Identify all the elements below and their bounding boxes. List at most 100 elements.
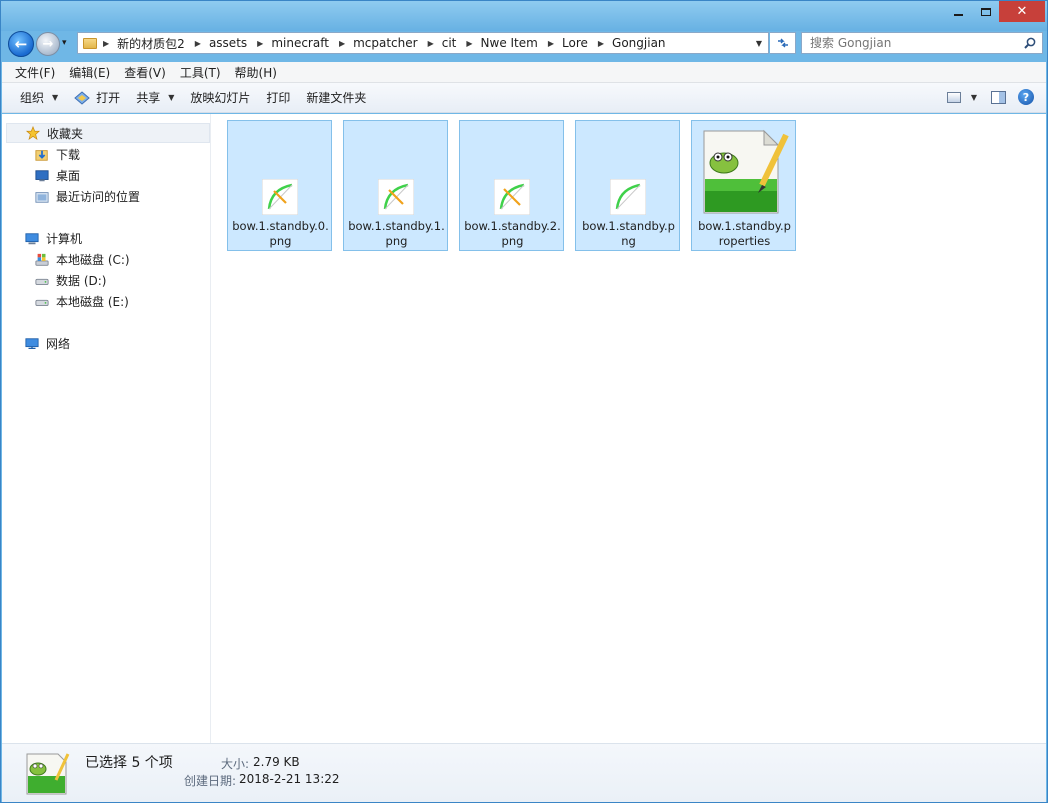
- maximize-icon: [980, 7, 991, 16]
- file-name: bow.1.standby.0.png: [232, 219, 329, 248]
- file-item[interactable]: bow.1.standby.1.png: [343, 120, 448, 251]
- refresh-button[interactable]: [770, 32, 796, 54]
- file-name: bow.1.standby.1.png: [348, 219, 445, 248]
- maximize-button[interactable]: [972, 1, 999, 22]
- menu-view[interactable]: 查看(V): [117, 64, 173, 81]
- nav-downloads[interactable]: 下载: [34, 146, 80, 163]
- nav-drive-e[interactable]: 本地磁盘 (E:): [34, 293, 129, 310]
- slideshow-button[interactable]: 放映幻灯片: [182, 86, 258, 110]
- breadcrumb-item[interactable]: assets: [209, 36, 247, 50]
- drive-icon: [35, 299, 49, 306]
- chevron-right-icon[interactable]: ▶: [466, 39, 472, 48]
- change-view-icon[interactable]: [946, 91, 961, 103]
- breadcrumb-item[interactable]: cit: [442, 36, 457, 50]
- search-input[interactable]: [810, 36, 1015, 50]
- menu-bar: 文件(F) 编辑(E) 查看(V) 工具(T) 帮助(H): [2, 62, 1046, 83]
- address-bar[interactable]: ▶ 新的材质包2 ▶ assets ▶ minecraft ▶ mcpatche…: [77, 32, 769, 54]
- file-item[interactable]: bow.1.standby.0.png: [227, 120, 332, 251]
- breadcrumb-item[interactable]: minecraft: [271, 36, 329, 50]
- chevron-down-icon: ▼: [168, 93, 175, 102]
- forward-button[interactable]: →: [36, 32, 60, 56]
- nav-drive-d-label: 数据 (D:): [56, 274, 107, 288]
- recent-pages-dropdown[interactable]: ▾: [62, 38, 67, 48]
- computer-icon: [25, 232, 39, 244]
- nav-drive-d[interactable]: 数据 (D:): [34, 272, 106, 289]
- breadcrumb-item[interactable]: mcpatcher: [353, 36, 417, 50]
- chevron-right-icon[interactable]: ▶: [548, 39, 554, 48]
- menu-help[interactable]: 帮助(H): [228, 64, 284, 81]
- file-item[interactable]: bow.1.standby.png: [575, 120, 680, 251]
- breadcrumb-item[interactable]: Nwe Item: [481, 36, 538, 50]
- network-icon: [25, 337, 39, 349]
- new-folder-label: 新建文件夹: [306, 91, 367, 105]
- navigation-row: ← → ▾ ▶ 新的材质包2 ▶ assets ▶ minecraft ▶ mc…: [1, 29, 1047, 59]
- organize-button[interactable]: 组织 ▼: [12, 86, 66, 110]
- preview-pane-icon[interactable]: [991, 90, 1006, 104]
- title-bar: ✕: [1, 1, 1047, 31]
- menu-file[interactable]: 文件(F): [8, 64, 62, 81]
- menu-edit[interactable]: 编辑(E): [62, 64, 117, 81]
- file-name: bow.1.standby.properties: [698, 219, 791, 248]
- breadcrumb-item[interactable]: Lore: [562, 36, 588, 50]
- nav-network-label: 网络: [46, 337, 71, 351]
- nav-computer[interactable]: 计算机: [24, 230, 82, 247]
- bow-image-icon: [610, 179, 646, 215]
- notepad-plus-plus-icon: [26, 753, 70, 795]
- back-button[interactable]: ←: [8, 31, 34, 57]
- size-value: 2.79 KB: [253, 755, 300, 769]
- nav-drive-e-label: 本地磁盘 (E:): [56, 295, 129, 309]
- created-value: 2018-2-21 13:22: [239, 772, 340, 786]
- share-button[interactable]: 共享 ▼: [128, 86, 182, 110]
- open-button[interactable]: 打开: [66, 86, 128, 110]
- star-icon: [25, 126, 41, 140]
- chevron-down-icon[interactable]: ▼: [756, 39, 762, 48]
- nav-favorites[interactable]: 收藏夹: [6, 123, 210, 143]
- print-button[interactable]: 打印: [258, 86, 298, 110]
- arrow-right-icon: →: [42, 36, 54, 52]
- chevron-down-icon[interactable]: ▼: [971, 93, 977, 102]
- chevron-right-icon[interactable]: ▶: [339, 39, 345, 48]
- minimize-button[interactable]: [945, 1, 972, 22]
- explorer-window: ✕ ← → ▾ ▶ 新的材质包2 ▶ assets ▶ minecraft ▶ …: [0, 0, 1048, 803]
- file-item[interactable]: bow.1.standby.properties: [691, 120, 796, 251]
- minimize-icon: [954, 13, 963, 16]
- chevron-right-icon[interactable]: ▶: [257, 39, 263, 48]
- close-button[interactable]: ✕: [999, 1, 1045, 22]
- arrow-left-icon: ←: [14, 35, 28, 53]
- search-icon[interactable]: [1024, 37, 1036, 49]
- file-name: bow.1.standby.2.png: [464, 219, 561, 248]
- file-item[interactable]: bow.1.standby.2.png: [459, 120, 564, 251]
- chevron-right-icon[interactable]: ▶: [428, 39, 434, 48]
- nav-drive-c-label: 本地磁盘 (C:): [56, 253, 130, 267]
- breadcrumb-item[interactable]: 新的材质包2: [117, 35, 185, 52]
- chevron-right-icon[interactable]: ▶: [195, 39, 201, 48]
- recent-places-icon: [35, 191, 49, 203]
- nav-drive-c[interactable]: 本地磁盘 (C:): [34, 251, 130, 268]
- nav-recent-places[interactable]: 最近访问的位置: [34, 188, 140, 205]
- slideshow-label: 放映幻灯片: [190, 91, 251, 105]
- print-label: 打印: [266, 91, 291, 105]
- organize-label: 组织: [20, 91, 45, 105]
- nav-recent-label: 最近访问的位置: [56, 190, 141, 204]
- new-folder-button[interactable]: 新建文件夹: [298, 86, 374, 110]
- bow-image-icon: [378, 179, 414, 215]
- details-pane: 已选择 5 个项 大小: 2.79 KB 创建日期: 2018-2-21 13:…: [2, 743, 1046, 802]
- help-icon[interactable]: ?: [1018, 89, 1034, 105]
- menu-tools[interactable]: 工具(T): [173, 64, 228, 81]
- chevron-down-icon: ▼: [52, 93, 59, 102]
- share-label: 共享: [136, 91, 161, 105]
- open-label: 打开: [96, 91, 121, 105]
- desktop-icon: [35, 169, 49, 181]
- view-controls: ▼ ?: [946, 89, 1034, 105]
- nav-network[interactable]: 网络: [24, 335, 70, 352]
- nav-desktop[interactable]: 桌面: [34, 167, 80, 184]
- notepad-plus-plus-icon: [703, 129, 789, 214]
- breadcrumb-current[interactable]: Gongjian: [612, 36, 666, 50]
- refresh-icon: [777, 38, 788, 48]
- nav-computer-label: 计算机: [46, 232, 83, 246]
- chevron-right-icon[interactable]: ▶: [598, 39, 604, 48]
- file-name: bow.1.standby.png: [582, 219, 675, 248]
- search-box[interactable]: [801, 32, 1043, 54]
- chevron-right-icon[interactable]: ▶: [103, 39, 109, 48]
- selection-count: 已选择 5 个项: [85, 755, 173, 771]
